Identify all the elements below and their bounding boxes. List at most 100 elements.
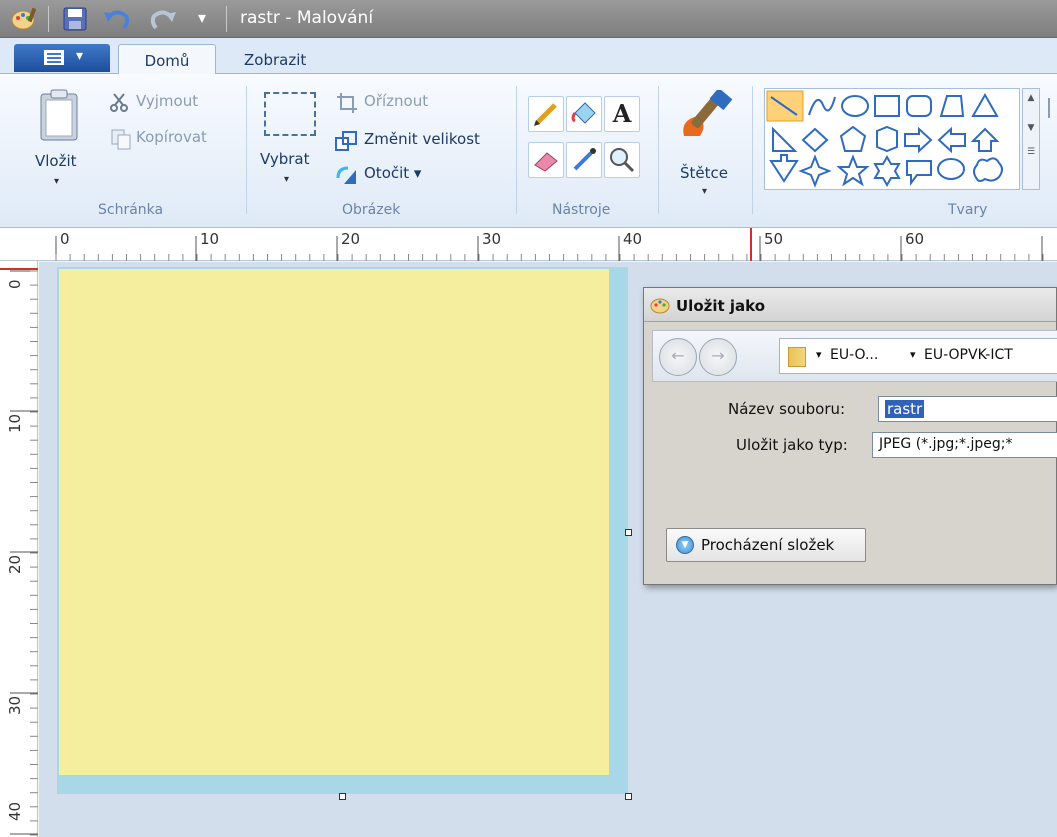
four-point-star-shape-icon[interactable]	[798, 154, 832, 188]
crop-icon	[337, 93, 357, 113]
breadcrumb-separator-icon[interactable]: ▾	[816, 348, 822, 361]
image-group-label: Obrázek	[342, 202, 401, 218]
ribbon-tab-row: ▾ Domů Zobrazit	[0, 38, 1057, 75]
ruler-ticks	[55, 228, 1044, 261]
dialog-title: Uložit jako	[676, 297, 766, 315]
browse-folders-label: Procházení složek	[701, 536, 835, 554]
ribbon: Vložit ▾ Vyjmout Kopírovat Schránka Vybr…	[0, 74, 1057, 228]
copy-button[interactable]: Kopírovat	[110, 126, 240, 152]
window-title: rastr - Malování	[240, 8, 374, 28]
clipboard-icon	[40, 89, 78, 141]
fill-tool[interactable]	[566, 96, 602, 132]
resize-handle-corner[interactable]	[625, 793, 632, 800]
down-arrow-shape-icon[interactable]	[769, 154, 799, 183]
oval-callout-shape-icon[interactable]	[937, 158, 965, 180]
shapes-gallery-scrollbar[interactable]: ▲ ▼ ☰	[1022, 88, 1040, 190]
paint-app-icon	[650, 298, 670, 314]
ruler-label: 10	[6, 413, 24, 433]
ruler-label: 20	[341, 230, 361, 248]
folder-icon	[788, 347, 806, 367]
crop-button[interactable]: Oříznout	[336, 90, 476, 116]
left-arrow-shape-icon[interactable]	[937, 126, 966, 154]
ruler-label: 30	[482, 230, 502, 248]
eyedropper-icon	[573, 148, 596, 171]
six-point-star-shape-icon[interactable]	[873, 154, 901, 188]
chevron-down-icon: ▾	[284, 174, 290, 185]
select-button[interactable]: Vybrat ▾	[256, 88, 326, 194]
quick-access-dropdown-icon[interactable]: ▾	[198, 8, 206, 27]
rotate-icon	[336, 166, 356, 184]
outline-button-partial[interactable]	[1048, 98, 1057, 118]
resize-button[interactable]: Změnit velikost	[334, 128, 514, 154]
eraser-tool[interactable]	[528, 142, 564, 178]
forward-button[interactable]: →	[699, 338, 737, 376]
breadcrumb-separator-icon[interactable]: ▾	[910, 348, 916, 361]
scroll-down-icon[interactable]: ▼	[1023, 123, 1039, 133]
paint-app-icon[interactable]	[10, 6, 38, 32]
filename-value: rastr	[885, 400, 925, 418]
scroll-up-icon[interactable]: ▲	[1023, 93, 1039, 103]
separator	[752, 86, 753, 214]
curve-shape-icon[interactable]	[808, 96, 836, 116]
text-tool[interactable]: A	[604, 96, 640, 132]
drawing-canvas[interactable]	[59, 269, 609, 775]
magnifier-tool[interactable]	[604, 142, 640, 178]
ruler-label: 60	[905, 230, 925, 248]
clipboard-group-label: Schránka	[98, 202, 164, 218]
oval-shape-icon[interactable]	[841, 95, 869, 117]
hexagon-shape-icon[interactable]	[876, 125, 898, 153]
save-icon[interactable]	[62, 6, 88, 32]
breadcrumb-item[interactable]: EU-O...	[830, 347, 878, 363]
rounded-callout-shape-icon[interactable]	[906, 160, 932, 186]
tab-home[interactable]: Domů	[118, 44, 216, 75]
separator	[226, 6, 227, 32]
color-picker-tool[interactable]	[566, 142, 602, 178]
diamond-shape-icon[interactable]	[801, 127, 829, 153]
resize-handle-right[interactable]	[625, 529, 632, 536]
filetype-select[interactable]: JPEG (*.jpg;*.jpeg;*	[872, 432, 1057, 458]
cut-button[interactable]: Vyjmout	[110, 90, 230, 116]
copy-icon	[111, 129, 131, 150]
vertical-ruler: 0 10 20 30 40	[0, 261, 38, 837]
expand-gallery-icon[interactable]: ☰	[1023, 147, 1039, 157]
separator	[48, 6, 49, 32]
up-arrow-shape-icon[interactable]	[970, 127, 1000, 152]
tab-view[interactable]: Zobrazit	[230, 44, 320, 75]
horizontal-ruler: 0 10 20 30 40 50 60	[0, 228, 1057, 261]
polygon-shape-icon[interactable]	[939, 95, 965, 117]
rectangle-shape-icon[interactable]	[874, 95, 900, 117]
filename-input[interactable]: rastr	[878, 396, 1057, 422]
copy-label: Kopírovat	[136, 128, 207, 146]
breadcrumb[interactable]: ▾ EU-O... ▾ EU-OPVK-ICT	[779, 338, 1057, 374]
file-menu-button[interactable]: ▾	[14, 44, 110, 72]
chevron-down-icon: ▾	[54, 176, 60, 187]
separator	[516, 86, 517, 214]
selection-icon	[264, 92, 316, 136]
resize-handle-bottom[interactable]	[339, 793, 346, 800]
resize-label: Změnit velikost	[364, 130, 480, 148]
pentagon-shape-icon[interactable]	[839, 125, 867, 152]
triangle-shape-icon[interactable]	[971, 92, 999, 117]
ruler-ticks	[0, 268, 38, 836]
browse-folders-button[interactable]: ▼ Procházení složek	[666, 528, 866, 562]
breadcrumb-item[interactable]: EU-OPVK-ICT	[924, 347, 1013, 363]
rotate-button[interactable]: Otočit ▾	[334, 162, 454, 188]
shapes-gallery[interactable]	[764, 88, 1020, 190]
paste-button[interactable]: Vložit ▾	[26, 84, 96, 194]
pencil-tool[interactable]	[528, 96, 564, 132]
ruler-label: 30	[6, 695, 24, 715]
cloud-callout-shape-icon[interactable]	[973, 157, 1003, 182]
dialog-title-bar[interactable]: Uložit jako	[644, 288, 1056, 322]
brushes-label: Štětce	[680, 164, 728, 182]
paint-bucket-icon	[571, 102, 596, 124]
dialog-navigation-bar: ← → ▾ EU-O... ▾ EU-OPVK-ICT	[652, 330, 1057, 382]
undo-icon[interactable]	[102, 6, 132, 32]
five-point-star-shape-icon[interactable]	[836, 154, 870, 187]
redo-icon[interactable]	[148, 6, 178, 32]
brushes-button[interactable]: Štětce ▾	[672, 88, 742, 197]
rounded-rectangle-shape-icon[interactable]	[906, 95, 932, 117]
right-arrow-shape-icon[interactable]	[904, 126, 933, 154]
back-button[interactable]: ←	[659, 338, 697, 376]
right-triangle-shape-icon[interactable]	[772, 126, 798, 152]
title-bar: ▾ rastr - Malování	[0, 0, 1057, 38]
